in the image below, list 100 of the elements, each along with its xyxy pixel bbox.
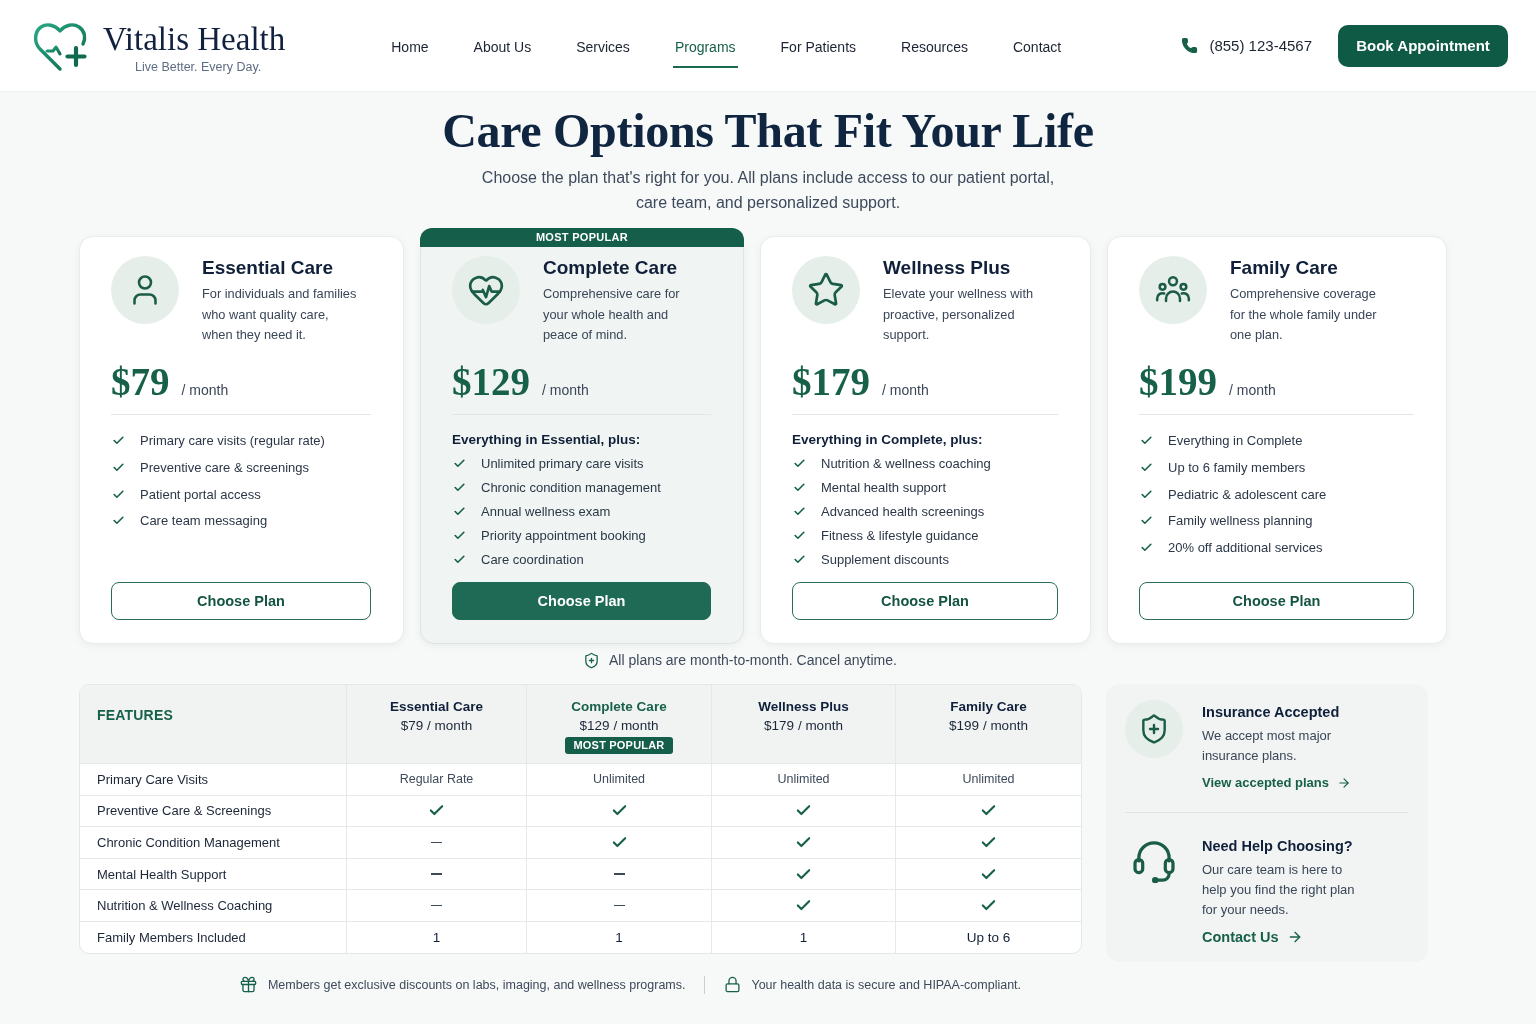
most-popular-banner: MOST POPULAR [420, 228, 744, 247]
footer-note: Your health data is secure and HIPAA-compliant. [751, 976, 1022, 993]
row-label: Primary Care Visits [96, 770, 209, 789]
feature-text: Nutrition & wellness coaching [821, 456, 991, 471]
phone-icon [1181, 37, 1199, 54]
column-plan-price: $179 / month [764, 717, 843, 735]
row-label: Chronic Condition Management [96, 834, 281, 852]
table-cell: 1 [711, 921, 895, 953]
plan-description: Comprehensive care for your whole health and peace of mind. [543, 285, 681, 344]
table-cell: 1 [346, 921, 526, 953]
feature-text: Supplement discounts [821, 552, 949, 567]
shield-plus-icon [583, 651, 601, 669]
footer-note: Members get exclusive discounts on labs, imaging, and wellness programs. [267, 976, 686, 993]
headset-icon [1133, 839, 1175, 883]
plan-description: For individuals and families who want quality care, when they need it. [202, 285, 358, 344]
feature-text: Everything in Complete [1168, 433, 1303, 449]
plan-price: $179 [792, 360, 870, 403]
choose-plan-button[interactable]: Choose Plan [111, 582, 371, 620]
panel-link[interactable]: Contact Us [1202, 928, 1303, 946]
feature-text: Family wellness planning [1168, 513, 1313, 529]
plan-title: Essential Care [202, 256, 334, 280]
table-cell: Regular Rate [346, 764, 526, 795]
plan-title: Family Care [1230, 256, 1339, 280]
feature-text: Care team messaging [140, 513, 268, 529]
nav-link[interactable]: Programs [672, 25, 738, 68]
check-icon [453, 553, 466, 566]
panel-text: We accept most major insurance plans. [1202, 727, 1333, 765]
feature-text: Fitness & lifestyle guidance [821, 528, 979, 543]
panel-link[interactable]: View accepted plans [1202, 774, 1351, 792]
check-icon [1140, 487, 1153, 501]
check-icon [793, 457, 806, 470]
feature-text: Annual wellness exam [481, 504, 611, 519]
feature-text: 20% off additional services [1168, 540, 1323, 556]
choose-plan-button[interactable]: Choose Plan [452, 582, 711, 620]
plan-title: Complete Care [543, 256, 679, 280]
price-period: / month [1229, 381, 1276, 398]
feature-text: Chronic condition management [481, 480, 661, 495]
feature-text: Unlimited primary care visits [481, 456, 644, 471]
plan-price: $129 [452, 360, 530, 403]
page-title: Care Options That Fit Your Life [442, 104, 1094, 157]
price-period: / month [181, 381, 229, 398]
feature-text: Priority appointment booking [481, 528, 646, 543]
feature-text: Care coordination [481, 552, 584, 567]
choose-plan-button[interactable]: Choose Plan [792, 582, 1058, 620]
price-period: / month [882, 381, 929, 398]
nav-link[interactable]: About Us [471, 25, 534, 68]
check-icon [453, 529, 466, 542]
arrow-right-icon [1336, 776, 1351, 790]
plans-note: All plans are month-to-month. Cancel anytime. [609, 651, 897, 669]
column-plan-price: $199 / month [949, 717, 1028, 735]
feature-text: Advanced health screenings [821, 504, 985, 519]
panel-title: Insurance Accepted [1202, 703, 1340, 721]
plan-title: Wellness Plus [883, 256, 1012, 280]
check-icon [793, 553, 806, 566]
column-plan-name: Essential Care [389, 698, 484, 716]
nav-link[interactable]: For Patients [778, 25, 859, 68]
table-cell: Unlimited [895, 764, 1081, 795]
column-plan-price: $79 / month [400, 717, 473, 735]
feature-text: Preventive care & screenings [140, 460, 310, 476]
row-label: Preventive Care & Screenings [96, 802, 273, 821]
price-period: / month [542, 381, 589, 398]
column-plan-name: Wellness Plus [758, 698, 849, 716]
column-plan-name: Complete Care [571, 698, 667, 716]
row-label: Nutrition & Wellness Coaching [96, 897, 274, 916]
choose-plan-button[interactable]: Choose Plan [1139, 582, 1414, 620]
brand-name: Vitalis Health [103, 20, 286, 57]
feature-text: Mental health support [821, 480, 947, 495]
check-icon [793, 529, 806, 542]
panel-text: Our care team is here to help you find the right plan for your needs. [1202, 861, 1356, 919]
feature-text: Pediatric & adolescent care [1168, 486, 1327, 502]
features-heading: Everything in Essential, plus: [452, 430, 642, 449]
column-plan-name: Family Care [950, 698, 1027, 716]
row-label: Mental Health Support [96, 865, 228, 884]
check-icon [793, 481, 806, 494]
check-icon [112, 487, 125, 501]
features-column-label: FEATURES [97, 706, 173, 724]
panel-title: Need Help Choosing? [1202, 837, 1353, 855]
gift-icon [238, 975, 258, 994]
plan-description: Elevate your wellness with proactive, personalized support. [883, 285, 1035, 344]
feature-text: Up to 6 family members [1168, 460, 1306, 476]
plan-price: $199 [1139, 360, 1217, 403]
most-popular-badge: MOST POPULAR [565, 737, 673, 754]
feature-text: Patient portal access [140, 486, 261, 502]
check-icon [453, 457, 466, 470]
nav-link[interactable]: Contact [1010, 25, 1064, 68]
plan-price: $79 [111, 360, 170, 403]
brand-tagline: Live Better. Every Day. [134, 59, 262, 75]
feature-text: Primary care visits (regular rate) [140, 433, 325, 449]
check-icon [453, 481, 466, 494]
table-cell: 1 [526, 921, 711, 953]
check-icon [793, 505, 806, 518]
check-icon [453, 505, 466, 518]
features-heading: Everything in Complete, plus: [792, 430, 984, 449]
column-plan-price: $129 / month [579, 717, 659, 735]
nav-link[interactable]: Home [389, 25, 431, 68]
row-label: Family Members Included [96, 928, 247, 947]
table-cell: Up to 6 [895, 921, 1081, 953]
nav-link[interactable]: Services [574, 25, 632, 68]
nav-link[interactable]: Resources [899, 25, 970, 68]
book-appointment-button[interactable]: Book Appointment [1338, 24, 1508, 67]
